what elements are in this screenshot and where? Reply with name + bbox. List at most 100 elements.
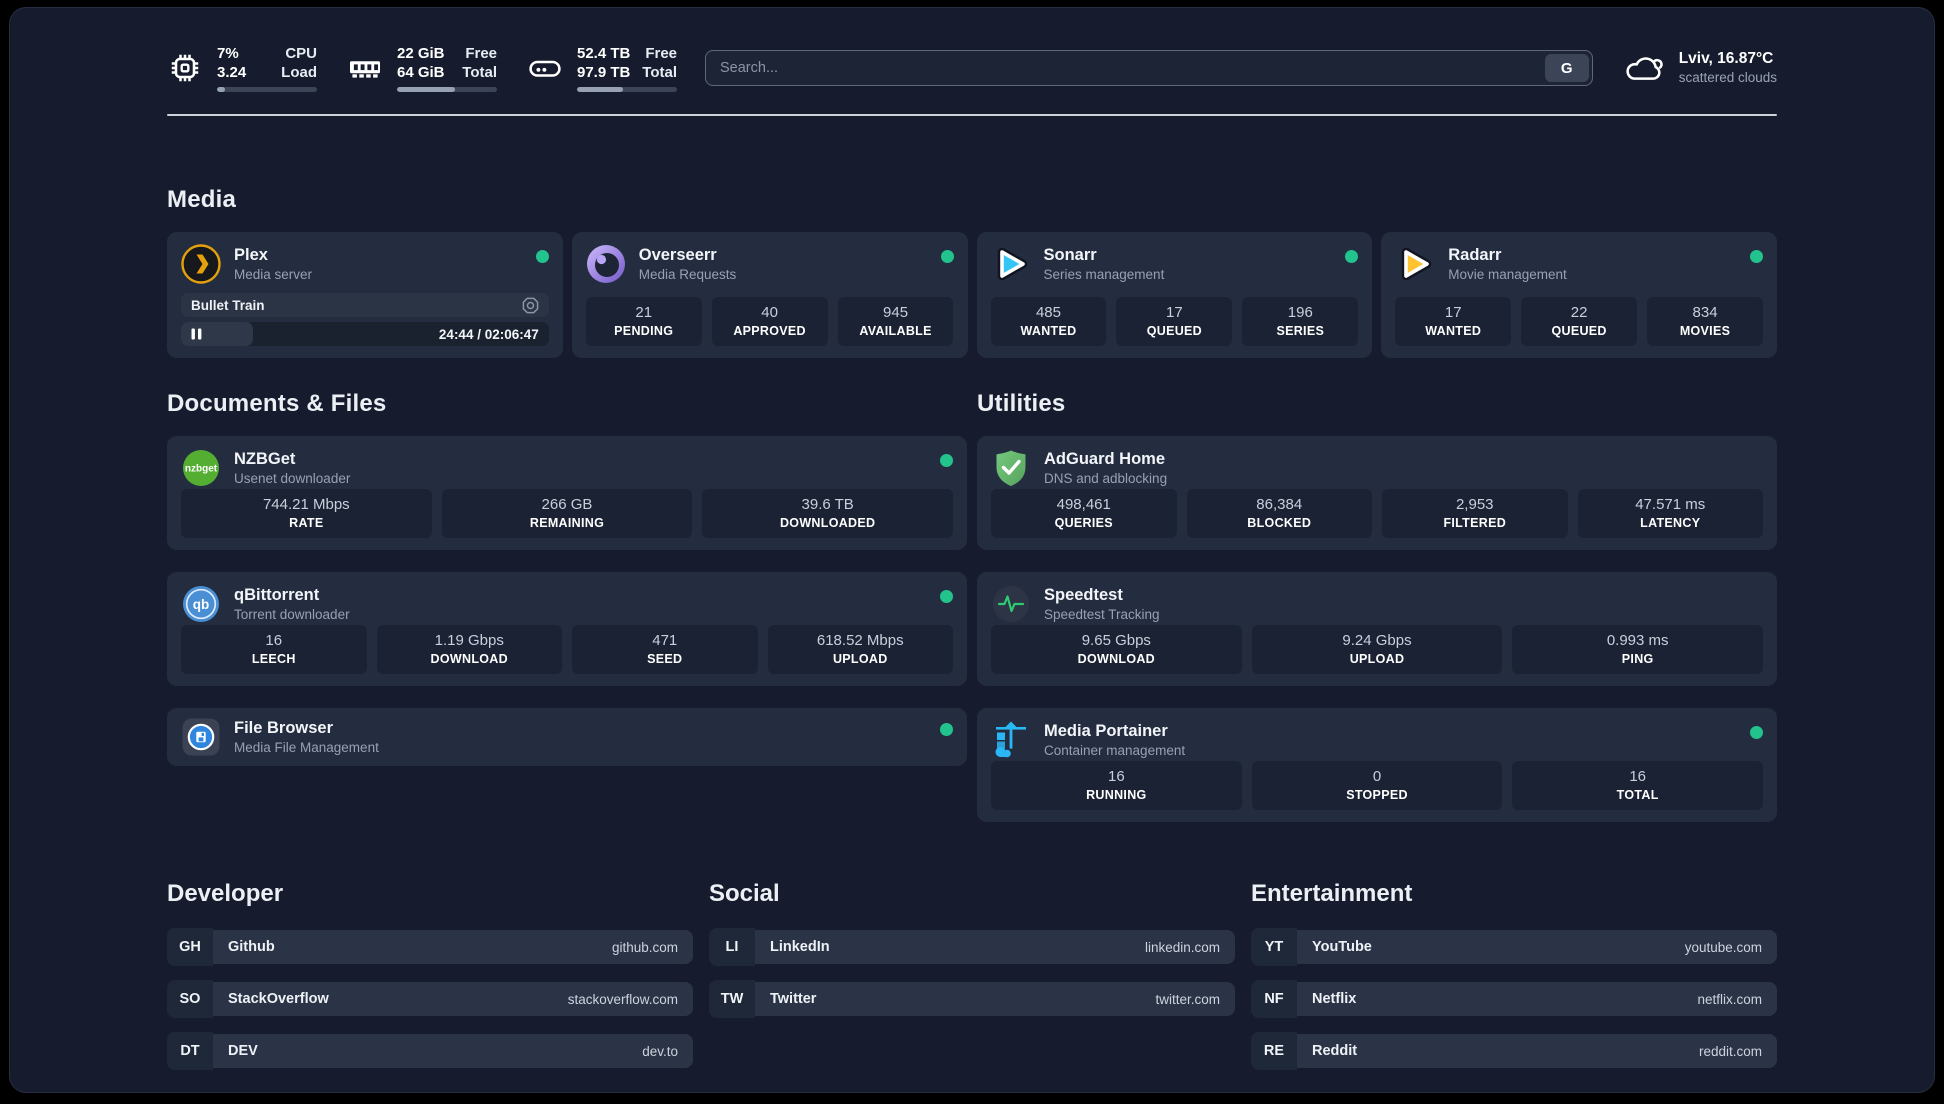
stat-tile-queries: 498,461 QUERIES — [991, 489, 1177, 538]
app-card-overseerr[interactable]: Overseerr Media Requests 21 PENDING 40 APPROV… — [571, 232, 968, 358]
bookmark-pill: Netflix netflix.com — [1297, 982, 1777, 1016]
stat-tile-leech: 16 LEECH — [181, 625, 367, 674]
qbittorrent-icon: qb — [181, 584, 221, 624]
stat-label: SERIES — [1276, 324, 1325, 338]
stat-tile-ping: 0.993 ms PING — [1512, 625, 1763, 674]
app-name: Media Portainer — [1044, 722, 1168, 740]
stat-label: REMAINING — [529, 516, 605, 530]
app-card-adguard-home[interactable]: AdGuard Home DNS and adblocking 498,461 QUE… — [977, 436, 1777, 550]
stat-tile-latency: 47.571 ms LATENCY — [1577, 489, 1763, 538]
ram-free-value: 22 GiB — [397, 45, 445, 62]
bookmark-group-title: Social — [709, 880, 780, 907]
filebrowser-icon — [181, 717, 221, 757]
header-divider — [167, 114, 1777, 116]
stat-tile-seed: 471 SEED — [572, 625, 758, 674]
plex-icon — [181, 244, 221, 284]
bookmark-link-twitter[interactable]: TW Twitter twitter.com — [709, 980, 1235, 1018]
stat-value: 16 — [265, 632, 283, 649]
app-card-radarr[interactable]: Radarr Movie management 17 WANTED 22 QUEUED 83… — [1381, 232, 1777, 358]
bookmark-url: twitter.com — [1155, 991, 1220, 1007]
stat-tile-movies: 834 MOVIES — [1647, 297, 1763, 346]
stat-value: 945 — [883, 304, 909, 321]
app-header: Radarr Movie management — [1395, 244, 1763, 284]
stat-label: DOWNLOAD — [430, 652, 508, 666]
app-card-speedtest[interactable]: Speedtest Speedtest Tracking 9.65 Gbps DOWN… — [977, 572, 1777, 686]
bookmark-pill: LinkedIn linkedin.com — [755, 930, 1235, 964]
stat-label: BLOCKED — [1247, 516, 1312, 530]
stat-value: 618.52 Mbps — [816, 632, 904, 649]
bookmark-group-title: Developer — [167, 880, 284, 907]
stat-value: 834 — [1692, 304, 1718, 321]
nzbget-icon: nzbget — [181, 448, 221, 488]
bookmark-abbr-badge: YT — [1251, 928, 1297, 966]
portainer-icon — [991, 720, 1031, 760]
app-header: Sonarr Series management — [991, 244, 1359, 284]
bookmark-link-linkedin[interactable]: LI LinkedIn linkedin.com — [709, 928, 1235, 966]
bookmark-url: stackoverflow.com — [567, 991, 678, 1007]
pause-icon[interactable] — [191, 328, 202, 340]
status-dot — [940, 723, 953, 736]
ram-free-label: Free — [465, 45, 497, 62]
bookmark-link-netflix[interactable]: NF Netflix netflix.com — [1251, 980, 1777, 1018]
disk-progress-bar — [577, 87, 677, 92]
status-dot — [940, 250, 954, 263]
stat-tile-wanted: 17 WANTED — [1395, 297, 1512, 346]
app-subtitle: Media server — [234, 267, 313, 282]
stat-tile-queued: 17 QUEUED — [1116, 297, 1233, 346]
bookmark-url: youtube.com — [1684, 939, 1762, 955]
app-card-nzbget[interactable]: nzbget NZBGet Usenet downloader 744.21 Mbps… — [167, 436, 967, 550]
stat-value: 40 — [761, 304, 778, 321]
app-card-media-portainer[interactable]: Media Portainer Container management 16 RUN… — [977, 708, 1777, 822]
stat-tile-blocked: 86,384 BLOCKED — [1186, 489, 1372, 538]
app-titles: Media Portainer Container management — [1044, 721, 1185, 759]
app-stats: 744.21 Mbps RATE 266 GB REMAINING 39.6 TB DOW… — [181, 489, 953, 538]
stat-label: RUNNING — [1086, 788, 1147, 802]
now-playing-time: 24:44 / 02:06:47 — [438, 326, 539, 342]
stat-tile-filtered: 2,953 FILTERED — [1382, 489, 1568, 538]
now-playing-progress: 24:44 / 02:06:47 — [181, 322, 549, 346]
cpu-progress-bar — [217, 87, 317, 92]
stat-value: 2,953 — [1455, 496, 1494, 513]
stat-label: UPLOAD — [1349, 652, 1405, 666]
stat-value: 22 — [1570, 304, 1588, 321]
stat-value: 21 — [635, 304, 653, 321]
search-provider-button[interactable]: G — [1544, 54, 1589, 82]
bookmark-name: StackOverflow — [228, 991, 329, 1007]
stat-value: 39.6 TB — [801, 496, 854, 513]
bookmark-link-github[interactable]: GH Github github.com — [167, 928, 693, 966]
app-name: File Browser — [234, 719, 334, 737]
session-icon[interactable] — [522, 297, 539, 314]
disk-icon — [527, 50, 563, 86]
bookmark-link-reddit[interactable]: RE Reddit reddit.com — [1251, 1032, 1777, 1070]
bookmark-link-dev[interactable]: DT DEV dev.to — [167, 1032, 693, 1070]
cloud-icon — [1621, 48, 1667, 89]
bookmark-abbr-badge: DT — [167, 1032, 213, 1070]
app-subtitle: Container management — [1044, 743, 1186, 758]
app-card-sonarr[interactable]: Sonarr Series management 485 WANTED 17 QUEUED… — [976, 232, 1373, 358]
stat-value: 17 — [1166, 304, 1183, 321]
app-subtitle: Movie management — [1448, 267, 1567, 282]
app-titles: qBittorrent Torrent downloader — [234, 585, 350, 623]
bookmark-name: Netflix — [1312, 991, 1357, 1007]
stat-value: 0.993 ms — [1606, 632, 1669, 649]
app-card-plex[interactable]: Plex Media server Bullet Train 24:44 / 02:0… — [167, 232, 563, 358]
app-card-file-browser[interactable]: File Browser Media File Management — [167, 708, 967, 766]
stat-value: 0 — [1372, 768, 1382, 785]
memory-stat: 22 GiB 64 GiB Free Total — [347, 44, 497, 92]
cpu-load-label: Load — [281, 64, 317, 81]
app-card-qbittorrent[interactable]: qb qBittorrent Torrent downloader 16 LEECH 1.… — [167, 572, 967, 686]
search-input[interactable] — [705, 50, 1593, 86]
bookmark-link-stackoverflow[interactable]: SO StackOverflow stackoverflow.com — [167, 980, 693, 1018]
now-playing-title-row: Bullet Train — [181, 293, 549, 317]
stat-tile-downloaded: 39.6 TB DOWNLOADED — [702, 489, 953, 538]
top-bar: 7% 3.24 CPU Load 22 GiB 64 GiB Free Total — [167, 40, 1777, 96]
bookmarks-grid: Developer GH Github github.com SO StackOverfl… — [167, 880, 1777, 1070]
bookmark-link-youtube[interactable]: YT YouTube youtube.com — [1251, 928, 1777, 966]
stat-label: STOPPED — [1346, 788, 1408, 802]
sonarr-icon — [991, 244, 1031, 284]
status-dot — [1750, 250, 1763, 263]
app-stats: 16 RUNNING 0 STOPPED 16 TOTAL — [991, 761, 1763, 810]
app-subtitle: Media File Management — [234, 740, 379, 755]
overseerr-icon — [586, 244, 626, 284]
